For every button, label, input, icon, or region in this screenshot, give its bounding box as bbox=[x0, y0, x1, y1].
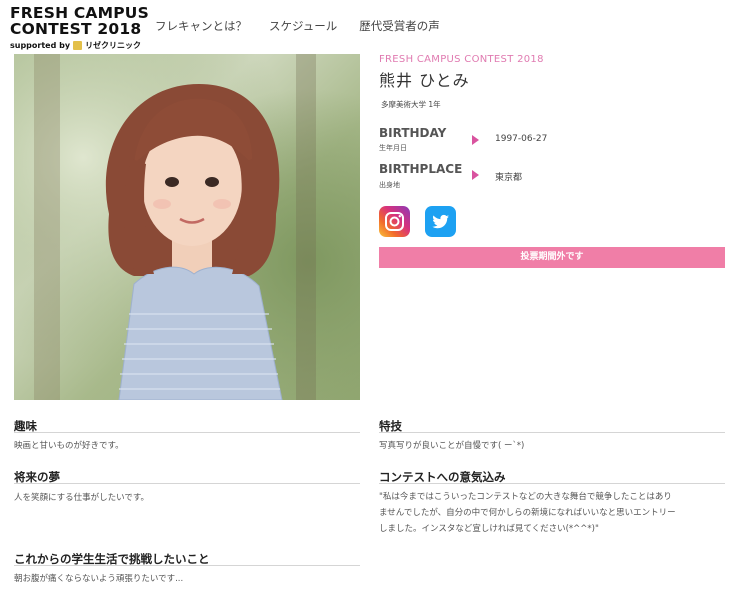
dream-divider bbox=[14, 483, 360, 484]
motivation-text-line-1: "私は今まではこういったコンテストなどの大きな舞台で競争したことはあり bbox=[379, 492, 672, 502]
birthday-arrow-icon bbox=[472, 135, 479, 145]
twitter-icon[interactable] bbox=[425, 206, 456, 237]
site-logo[interactable]: FRESH CAMPUS CONTEST 2018 supported by リ… bbox=[10, 4, 149, 51]
instagram-icon[interactable] bbox=[379, 206, 410, 237]
skill-divider bbox=[379, 432, 725, 433]
sponsor-mark-icon bbox=[73, 41, 83, 50]
motivation-text-line-2: ませんでしたが、自分の中で何かしらの新境になればいいなと思いエントリー bbox=[379, 508, 676, 518]
challenge-text: 朝お腹が痛くならないよう頑張りたいです... bbox=[14, 574, 184, 584]
nav-item-about[interactable]: フレキャンとは？ bbox=[155, 18, 247, 34]
nav-item-schedule[interactable]: スケジュール bbox=[269, 18, 337, 34]
contest-label: FRESH CAMPUS CONTEST 2018 bbox=[379, 54, 544, 65]
logo-sponsor: リゼクリニック bbox=[85, 41, 142, 50]
motivation-divider bbox=[379, 483, 725, 484]
birthplace-sub-label: 出身地 bbox=[379, 181, 400, 189]
birthday-sub-label: 生年月日 bbox=[379, 144, 407, 152]
birthplace-arrow-icon bbox=[472, 170, 479, 180]
contestant-name: 熊井 ひとみ bbox=[379, 71, 470, 90]
logo-supported-by: supported by リゼクリニック bbox=[10, 40, 145, 51]
site-header: FRESH CAMPUS CONTEST 2018 supported by リ… bbox=[0, 0, 733, 52]
skill-text: 写真写りが良いことが自慢です( ー`*) bbox=[379, 441, 525, 451]
contestant-school: 多摩美術大学 1年 bbox=[381, 100, 441, 109]
hobby-divider bbox=[14, 432, 360, 433]
birthday-value: 1997-06-27 bbox=[495, 134, 548, 144]
logo-sub-text: supported by bbox=[10, 41, 71, 50]
nav-item-winners[interactable]: 歴代受賞者の声 bbox=[359, 18, 440, 34]
birthday-label: BIRTHDAY bbox=[379, 126, 447, 140]
hobby-text: 映画と甘いものが好きです。 bbox=[14, 441, 124, 451]
logo-line-1: FRESH CAMPUS bbox=[10, 4, 149, 22]
challenge-divider bbox=[14, 565, 360, 566]
birthplace-value: 東京都 bbox=[495, 173, 523, 183]
profile-photo bbox=[14, 54, 360, 400]
birthplace-label: BIRTHPLACE bbox=[379, 162, 463, 176]
vote-button[interactable]: 投票期間外です bbox=[379, 247, 725, 268]
dream-text: 人を笑顔にする仕事がしたいです。 bbox=[14, 493, 149, 503]
motivation-text-line-3: しました。インスタなど宣しければ見てください(*^^*)" bbox=[379, 524, 599, 534]
profile-photo-image bbox=[14, 54, 360, 400]
main-nav: フレキャンとは？ スケジュール 歴代受賞者の声 bbox=[155, 18, 440, 34]
logo-line-2: CONTEST 2018 bbox=[10, 20, 142, 38]
